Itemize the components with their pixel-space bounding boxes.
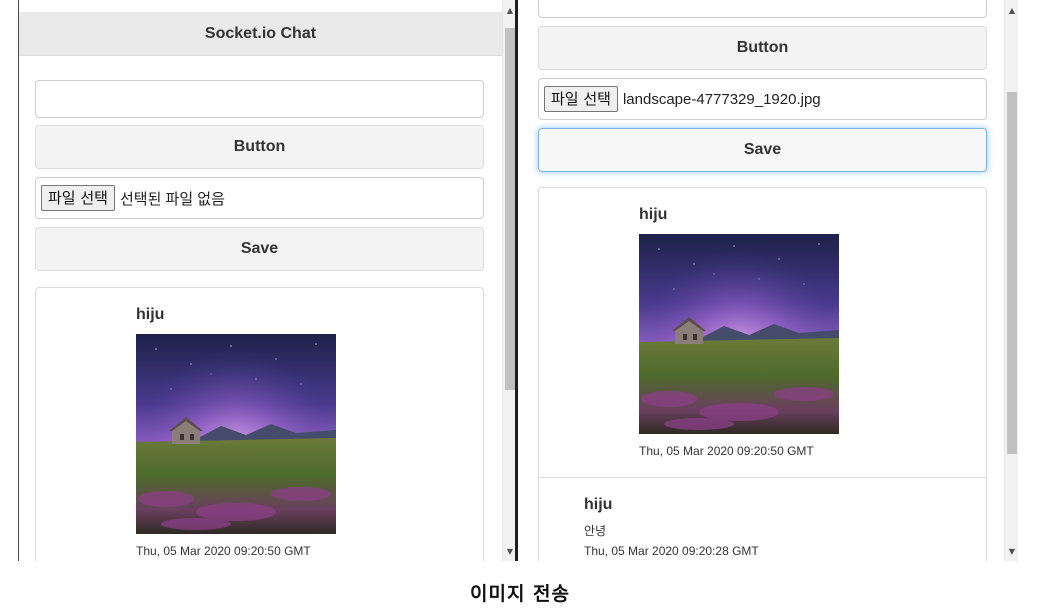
choose-file-button[interactable]: 파일 선택 (544, 86, 618, 112)
message-timestamp: Thu, 05 Mar 2020 09:20:50 GMT (639, 444, 814, 458)
file-input[interactable]: 파일 선택 선택된 파일 없음 (35, 177, 484, 219)
message-timestamp: Thu, 05 Mar 2020 09:20:28 GMT (584, 544, 759, 558)
message-author: hiju (584, 496, 613, 513)
message-timestamp: Thu, 05 Mar 2020 09:20:50 GMT (136, 544, 311, 558)
selected-file-name: landscape-4777329_1920.jpg (622, 90, 821, 108)
file-status-text: 선택된 파일 없음 (119, 190, 225, 208)
scrollbar[interactable]: ▲ ▼ (1004, 0, 1018, 561)
scroll-up-arrow-icon[interactable]: ▲ (1005, 4, 1019, 18)
landscape-image (136, 334, 336, 534)
button[interactable]: Button (35, 125, 484, 169)
choose-file-button[interactable]: 파일 선택 (41, 185, 115, 211)
scrollbar-thumb[interactable] (1007, 92, 1017, 454)
right-chat-window: Button 파일 선택 landscape-4777329_1920.jpg … (518, 0, 1004, 561)
file-input[interactable]: 파일 선택 landscape-4777329_1920.jpg (538, 78, 987, 120)
save-button[interactable]: Save (35, 227, 484, 271)
page-title: Socket.io Chat (204, 25, 317, 42)
message-text: 안녕 (584, 524, 607, 538)
button[interactable]: Button (538, 26, 987, 70)
scrollbar-thumb[interactable] (505, 28, 515, 390)
message-input[interactable] (35, 80, 484, 118)
message-author: hiju (136, 306, 165, 323)
header-bar: Socket.io Chat (19, 12, 502, 56)
message-list: hiju (35, 287, 484, 561)
landscape-image (639, 234, 839, 434)
figure-caption: 이미지 전송 (469, 583, 570, 605)
scroll-down-arrow-icon[interactable]: ▼ (1005, 545, 1019, 559)
scrollbar[interactable]: ▲ ▼ (502, 0, 516, 561)
left-chat-window: Socket.io Chat Button 파일 선택 선택된 파일 없음 Sa… (19, 0, 502, 561)
message-author: hiju (639, 206, 668, 223)
message-list: hiju (538, 187, 987, 561)
message-input[interactable] (538, 0, 987, 18)
message-divider (539, 477, 986, 478)
save-button[interactable]: Save (538, 128, 987, 172)
